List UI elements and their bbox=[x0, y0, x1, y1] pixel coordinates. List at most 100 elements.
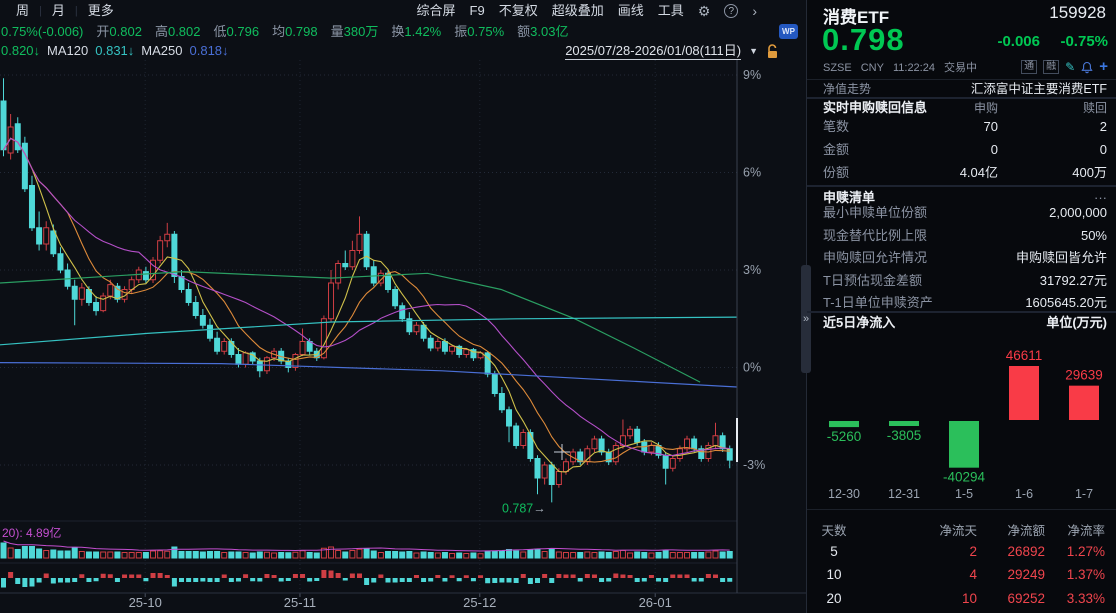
menu-super-overlay[interactable]: 超级叠加 bbox=[552, 0, 604, 22]
divider bbox=[807, 97, 1116, 99]
help-icon[interactable]: ? bbox=[724, 4, 738, 18]
divider bbox=[807, 311, 1116, 313]
cash-ratio-cap: 50% bbox=[1081, 225, 1107, 247]
add-plus-icon[interactable]: + bbox=[1099, 60, 1108, 74]
ma-row: 0.820↓ MA120 0.831↓ MA250 0.818↓ 2025/07… bbox=[0, 42, 806, 60]
period-tabs: 周 | 月 | 更多 bbox=[6, 0, 124, 22]
min-unit-shares: 2,000,000 bbox=[1049, 202, 1107, 224]
ma120-value: 0.831↓ bbox=[95, 42, 134, 60]
svg-text:-3%: -3% bbox=[743, 458, 765, 472]
quote-change: 0.75%(-0.006) bbox=[1, 22, 83, 42]
price-change: -0.006 bbox=[997, 33, 1040, 50]
flow-bar-value: 46611 bbox=[1006, 348, 1043, 363]
allow-status: 申购赎回皆允许 bbox=[1016, 247, 1107, 269]
flow-bar bbox=[1069, 386, 1099, 420]
menu-composite-screen[interactable]: 综合屏 bbox=[417, 0, 456, 22]
svg-text:9%: 9% bbox=[743, 68, 761, 82]
table-row: 金额 0 0 bbox=[807, 139, 1116, 161]
table-row: 份额 4.04亿 400万 bbox=[807, 162, 1116, 184]
table-row: 最小申赎单位份额 2,000,000 bbox=[807, 202, 1116, 224]
row-label: 金额 bbox=[823, 139, 849, 161]
divider bbox=[807, 509, 1116, 510]
fund-full-name: 汇添富中证主要消费ETF bbox=[971, 81, 1107, 98]
open-value: 0.802 bbox=[109, 24, 142, 39]
redeem-amount: 0 bbox=[1100, 139, 1107, 161]
high-label: 高 bbox=[155, 24, 168, 39]
flow-bar-value: -3805 bbox=[887, 428, 922, 443]
tab-month[interactable]: 月 bbox=[42, 0, 75, 22]
chevron-right-icon[interactable]: › bbox=[752, 0, 757, 22]
flow-bar-date: 12-30 bbox=[828, 487, 860, 501]
row-label: 申购赎回允许情况 bbox=[823, 247, 927, 269]
low-label: 低 bbox=[214, 24, 227, 39]
row-label: T日预估现金差额 bbox=[823, 270, 922, 292]
tab-week[interactable]: 周 bbox=[6, 0, 39, 22]
gear-icon[interactable]: ⚙ bbox=[698, 0, 711, 22]
flow-bar-value: 29639 bbox=[1065, 368, 1103, 383]
svg-text:25-12: 25-12 bbox=[463, 595, 496, 610]
table-row: T日预估现金差额 31792.27元 bbox=[807, 270, 1116, 292]
axis-price-marker bbox=[736, 418, 738, 462]
row-label: 最小申赎单位份额 bbox=[823, 202, 927, 224]
date-range-selector[interactable]: 2025/07/28-2026/01/08(111日) bbox=[565, 43, 741, 60]
flow-bar-value: -5260 bbox=[827, 429, 862, 444]
volume-value: 380万 bbox=[344, 24, 379, 39]
menu-f9[interactable]: F9 bbox=[470, 0, 485, 22]
alert-bell-icon[interactable] bbox=[1081, 61, 1093, 74]
cell: 1.37% bbox=[1067, 563, 1105, 587]
flow-bar-date: 1-5 bbox=[955, 487, 973, 501]
svg-text:0%: 0% bbox=[743, 361, 761, 375]
svg-text:25-10: 25-10 bbox=[129, 595, 162, 610]
oscillator-bars bbox=[1, 570, 732, 588]
main-candlestick-chart[interactable]: 9%6%3%0%-3%25-1025-1125-1226-0120): 4.89… bbox=[0, 60, 806, 613]
net-inflow-bar-chart: -526012-30-380512-31-402941-5466111-6296… bbox=[807, 333, 1116, 508]
t-day-cash-diff: 31792.27元 bbox=[1040, 270, 1107, 292]
trading-status: 交易中 bbox=[944, 60, 977, 76]
divider bbox=[807, 185, 1116, 187]
quote-time: 11:22:24 bbox=[893, 60, 935, 76]
flow-bar bbox=[1009, 366, 1039, 420]
subscribe-shares: 4.04亿 bbox=[960, 162, 998, 184]
svg-text:25-11: 25-11 bbox=[284, 595, 316, 610]
low-value: 0.796 bbox=[227, 24, 260, 39]
menu-no-adjust[interactable]: 不复权 bbox=[499, 0, 538, 22]
exchange: SZSE bbox=[823, 60, 852, 76]
stock-info-panel: » 消费ETF 159928 0.798 -0.006 -0.75% SZSE … bbox=[806, 0, 1116, 613]
menu-tools[interactable]: 工具 bbox=[658, 0, 684, 22]
amplitude-label: 振 bbox=[454, 24, 467, 39]
cell: 3.33% bbox=[1067, 587, 1105, 611]
flow-bar-date: 12-31 bbox=[888, 487, 920, 501]
stock-code: 159928 bbox=[1049, 3, 1106, 23]
row-label: 份额 bbox=[823, 162, 849, 184]
flow-bar bbox=[949, 421, 979, 468]
table-row: 20 10 69252 3.33% bbox=[807, 587, 1116, 611]
high-value: 0.802 bbox=[168, 24, 201, 39]
flow-bar-date: 1-6 bbox=[1015, 487, 1033, 501]
flow-bar bbox=[889, 421, 919, 426]
svg-text:26-01: 26-01 bbox=[639, 595, 672, 610]
wp-badge-icon[interactable]: WP bbox=[779, 24, 798, 39]
unlock-icon[interactable] bbox=[766, 44, 779, 59]
cell: 10 bbox=[819, 563, 849, 587]
caret-down-icon[interactable]: ▼ bbox=[749, 42, 758, 60]
cell: 2 bbox=[969, 540, 977, 564]
cell: 69252 bbox=[1007, 587, 1045, 611]
edit-pencil-icon[interactable]: ✎ bbox=[1065, 60, 1075, 74]
tab-more[interactable]: 更多 bbox=[78, 0, 124, 22]
flow-unit: 单位(万元) bbox=[1046, 315, 1107, 331]
row-label: 现金替代比例上限 bbox=[823, 225, 927, 247]
table-row: 笔数 70 2 bbox=[807, 116, 1116, 138]
volume-label: 量 bbox=[331, 24, 344, 39]
toolbar-menus: 综合屏 F9 不复权 超级叠加 画线 工具 ⚙ ? › bbox=[417, 0, 757, 22]
cell: 26892 bbox=[1007, 540, 1045, 564]
chart-region: 周 | 月 | 更多 综合屏 F9 不复权 超级叠加 画线 工具 ⚙ ? › 0… bbox=[0, 0, 806, 613]
candles bbox=[1, 78, 732, 502]
redeem-col-header: 赎回 bbox=[1083, 100, 1107, 116]
turnover-value: 1.42% bbox=[404, 24, 441, 39]
redeem-shares: 400万 bbox=[1072, 162, 1107, 184]
turnover-label: 换 bbox=[391, 24, 404, 39]
cell: 29249 bbox=[1007, 563, 1045, 587]
menu-draw-line[interactable]: 画线 bbox=[618, 0, 644, 22]
cell: 5 bbox=[819, 540, 849, 564]
nav-row: 净值走势 汇添富中证主要消费ETF bbox=[807, 81, 1116, 98]
